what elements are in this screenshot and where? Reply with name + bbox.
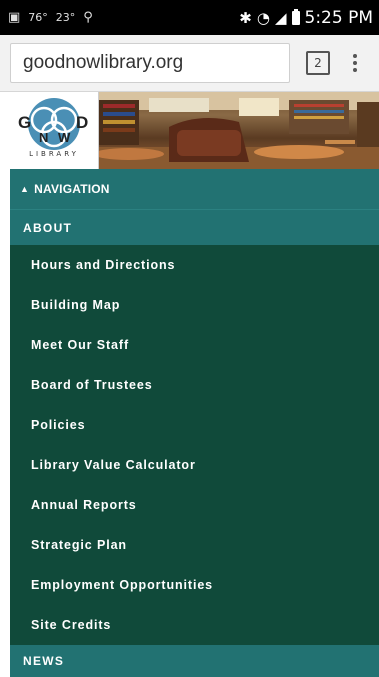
nav-link-meet-our-staff[interactable]: Meet Our Staff (10, 325, 379, 365)
status-right: ✱ ◔ ◢ 5:25 PM (239, 8, 379, 28)
library-interior-photo (94, 92, 379, 169)
battery-icon (291, 8, 300, 25)
nav-link-annual-reports[interactable]: Annual Reports (10, 485, 379, 525)
nav-link-hours-and-directions[interactable]: Hours and Directions (10, 245, 379, 285)
library-logo[interactable]: G D N W LIBRARY (10, 92, 99, 169)
browser-toolbar: goodnowlibrary.org 2 (0, 35, 379, 92)
nav-link-building-map[interactable]: Building Map (10, 285, 379, 325)
status-left: ▣ 76° 23° ⚲ (0, 10, 93, 25)
signal-icon: ◢ (274, 8, 287, 27)
about-submenu: Hours and Directions Building Map Meet O… (10, 245, 379, 645)
svg-text:N: N (39, 130, 48, 145)
nav-link-site-credits[interactable]: Site Credits (10, 605, 379, 645)
nav-section-news[interactable]: NEWS (10, 645, 379, 677)
bluetooth-icon: ✱ (239, 8, 252, 27)
status-time: 5:25 PM (304, 7, 374, 28)
status-bar: ▣ 76° 23° ⚲ ✱ ◔ ◢ 5:25 PM (0, 0, 379, 35)
nav-link-policies[interactable]: Policies (10, 405, 379, 445)
page-content: G D N W LIBRARY ▲ NAVIGATION ABOUT Hours… (10, 92, 379, 677)
nav-link-strategic-plan[interactable]: Strategic Plan (10, 525, 379, 565)
svg-text:W: W (58, 130, 71, 145)
temperature-text: 76° (28, 11, 48, 24)
tab-switcher-button[interactable]: 2 (306, 51, 330, 75)
nav-link-board-of-trustees[interactable]: Board of Trustees (10, 365, 379, 405)
logo-caption: LIBRARY (29, 150, 79, 158)
header-banner: G D N W LIBRARY (10, 92, 379, 169)
nav-section-about[interactable]: ABOUT (10, 209, 379, 245)
more-vertical-icon[interactable] (352, 54, 358, 72)
svg-text:D: D (76, 113, 88, 132)
wifi-icon: ◔ (256, 8, 270, 27)
temperature-text-2: 23° (55, 11, 76, 24)
address-bar[interactable]: goodnowlibrary.org (10, 43, 290, 83)
nav-link-library-value-calculator[interactable]: Library Value Calculator (10, 445, 379, 485)
nav-link-employment-opportunities[interactable]: Employment Opportunities (10, 565, 379, 605)
navigation-label: NAVIGATION (34, 182, 110, 196)
image-icon: ▣ (8, 10, 21, 25)
usb-icon: ⚲ (83, 10, 93, 25)
svg-text:G: G (18, 113, 31, 132)
navigation-toggle[interactable]: ▲ NAVIGATION (10, 169, 379, 209)
triangle-up-icon: ▲ (20, 184, 30, 194)
